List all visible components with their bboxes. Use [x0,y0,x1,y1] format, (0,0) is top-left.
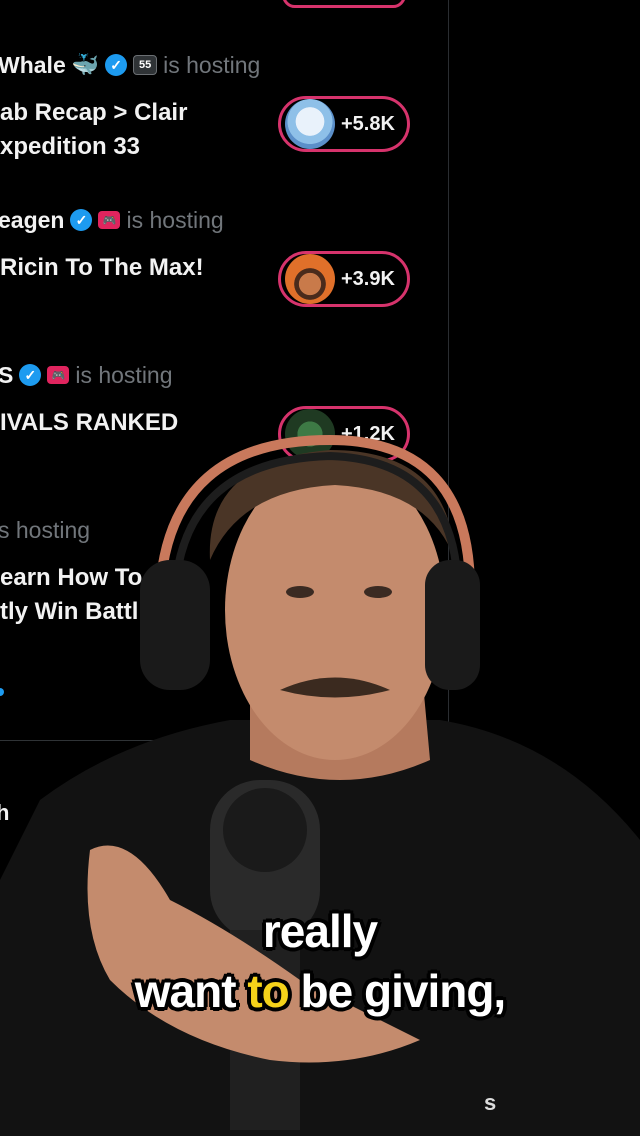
caption-line2: want to be giving, [0,964,640,1018]
caption-word: want [134,965,248,1017]
caption-word: be giving, [288,965,507,1017]
partial-overlay-text: s [484,1090,497,1115]
caption-line1: really [262,905,378,957]
caption-highlight-word: to [247,965,289,1017]
